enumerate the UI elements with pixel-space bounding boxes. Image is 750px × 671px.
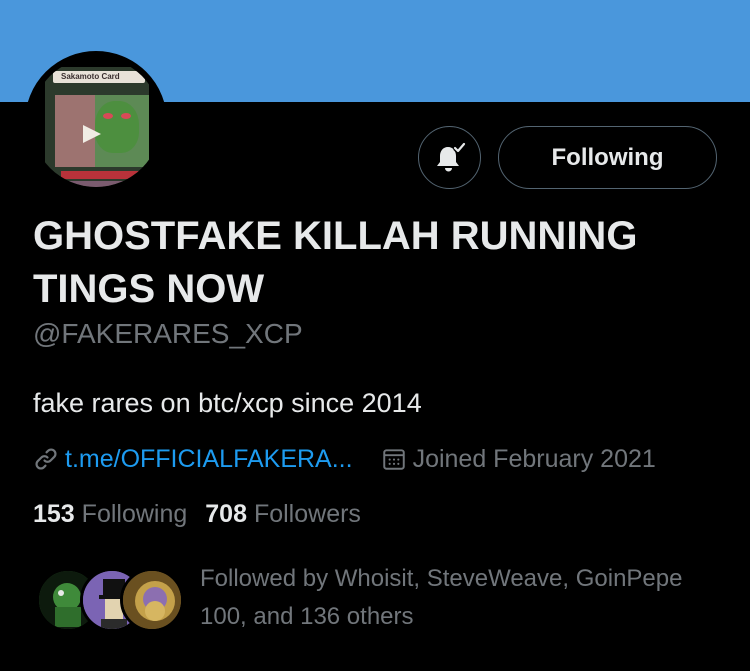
avatar-card-art: [55, 95, 149, 167]
following-count-link[interactable]: 153 Following: [33, 500, 187, 528]
following-count-label: Following: [81, 500, 188, 528]
avatar-card-title: Sakamoto Card: [53, 71, 145, 83]
avatar-card-stats: [61, 171, 149, 179]
following-count: 153: [33, 500, 75, 528]
bell-check-icon: [436, 141, 466, 171]
followers-count-label: Followers: [253, 500, 361, 528]
avatar-card-bottom: [55, 181, 149, 187]
link-icon: [35, 448, 57, 470]
avatar-card-image: [45, 67, 149, 187]
profile-bio: fake rares on btc/xcp since 2014: [33, 388, 422, 418]
followed-by-text[interactable]: Followed by Whoisit, SteveWeave, GoinPep…: [200, 560, 730, 636]
profile-avatar[interactable]: Sakamoto Card: [25, 51, 167, 193]
calendar-icon: [382, 449, 405, 470]
followed-by-avatars[interactable]: [36, 568, 186, 632]
notifications-button[interactable]: [418, 126, 481, 189]
profile-link[interactable]: t.me/OFFICIALFAKERA...: [65, 445, 353, 474]
profile-meta: t.me/OFFICIALFAKERA... Joined February 2…: [33, 444, 656, 474]
profile-counts: 153 Following 708 Followers: [33, 500, 361, 529]
followers-count-link[interactable]: 708 Followers: [205, 500, 361, 528]
followers-count: 708: [205, 500, 247, 528]
profile-display-name: GHOSTFAKE KILLAH RUNNING TINGS NOW: [33, 214, 638, 311]
profile-joined-date: Joined February 2021: [412, 444, 656, 473]
follower-avatar: [120, 568, 184, 632]
following-button[interactable]: Following: [498, 126, 717, 189]
profile-handle: @FAKERARES_XCP: [33, 318, 303, 349]
